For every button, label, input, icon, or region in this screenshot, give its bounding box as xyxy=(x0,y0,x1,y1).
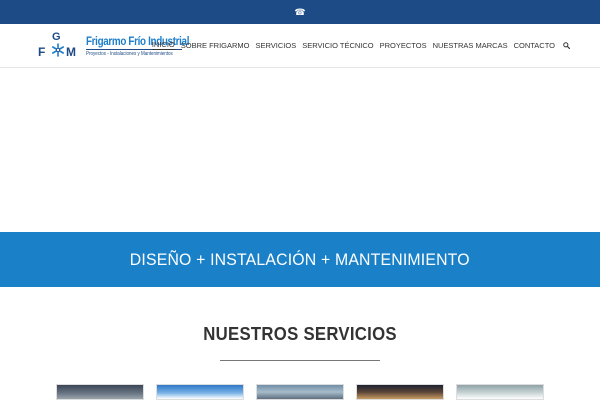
service-image-3[interactable] xyxy=(256,384,344,400)
banner-text: DISEÑO + INSTALACIÓN + MANTENIMIENTO xyxy=(130,249,470,269)
tagline-banner: DISEÑO + INSTALACIÓN + MANTENIMIENTO xyxy=(0,232,600,287)
service-image-5[interactable] xyxy=(456,384,544,400)
service-image-2[interactable] xyxy=(156,384,244,400)
site-header: G F M Frigarmo Frío Industrial Proyectos… xyxy=(0,24,600,68)
logo-tagline: Proyectos - Instalaciones y Mantenimient… xyxy=(86,51,173,57)
heading-divider xyxy=(220,360,380,361)
nav-item-servicios[interactable]: SERVICIOS xyxy=(256,41,297,50)
snowflake-icon xyxy=(51,43,64,57)
nav-item-contacto[interactable]: CONTACTO xyxy=(514,41,555,50)
nav-item-inicio[interactable]: INICIO xyxy=(151,40,175,50)
nav-item-sobre-frigarmo[interactable]: SOBRE FRIGARMO xyxy=(181,41,250,50)
top-bar: ☎ xyxy=(0,0,600,24)
services-heading: NUESTROS SERVICIOS xyxy=(0,324,600,345)
main-nav: INICIO SOBRE FRIGARMO SERVICIOS SERVICIO… xyxy=(151,39,570,51)
logo-letter-m: M xyxy=(66,45,76,59)
phone-icon[interactable]: ☎ xyxy=(294,7,305,17)
search-icon[interactable] xyxy=(563,41,570,49)
hero-area xyxy=(0,68,600,232)
logo-letter-g: G xyxy=(52,31,61,43)
nav-item-proyectos[interactable]: PROYECTOS xyxy=(380,41,427,50)
nav-item-servicio-tecnico[interactable]: SERVICIO TÉCNICO xyxy=(302,41,373,50)
service-image-4[interactable] xyxy=(356,384,444,400)
services-heading-text: NUESTROS SERVICIOS xyxy=(203,324,397,344)
logo-mark: G F M xyxy=(36,31,84,63)
logo-letter-f: F xyxy=(38,45,46,59)
service-image-1[interactable] xyxy=(56,384,144,400)
nav-item-nuestras-marcas[interactable]: NUESTRAS MARCAS xyxy=(433,41,508,50)
